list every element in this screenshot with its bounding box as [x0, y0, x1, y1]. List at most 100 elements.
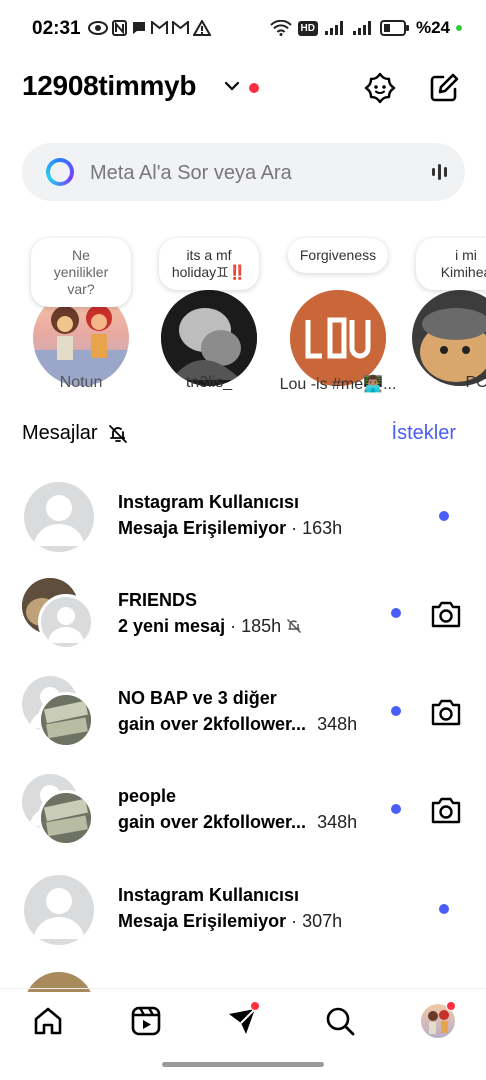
status-system-icons: HD %24 [269, 18, 462, 38]
account-username[interactable]: 12908timmyb [22, 70, 196, 102]
thread-time: 348h [317, 812, 358, 832]
unread-dot [391, 608, 401, 618]
notifications-muted-icon[interactable] [108, 424, 128, 444]
message-thread[interactable]: Instagram Kullanıcısı Mesaja Erişilemiyo… [0, 863, 486, 953]
hd-badge: HD [297, 20, 318, 36]
chat-icon [133, 22, 145, 34]
note-name: Notun [59, 374, 103, 391]
note-name: Lou -is #me👨🏽‍💻... [279, 376, 397, 393]
cat-photo [412, 290, 486, 386]
gmail-icon [172, 21, 189, 34]
note-avatar[interactable] [290, 290, 386, 386]
avatar [24, 482, 94, 552]
status-notification-icons [88, 20, 211, 36]
thread-preview: 2 yeni mesaj · 185h [118, 616, 302, 637]
money-photo [41, 793, 91, 843]
unread-dot [391, 804, 401, 814]
note-name: tn3lis_ [185, 374, 233, 391]
search-input[interactable] [90, 160, 410, 186]
header: 12908timmyb [0, 70, 486, 110]
battery-icon [379, 20, 409, 36]
status-time: 02:31 [32, 18, 81, 39]
bottom-nav [0, 988, 486, 1052]
note-item[interactable]: Forgiveness Lou -is #me👨🏽‍💻... [273, 236, 403, 396]
thread-preview: gain over 2kfollower... 348h [118, 812, 357, 833]
message-thread[interactable]: FRIENDS 2 yeni mesaj · 185h [0, 568, 486, 658]
unread-dot [439, 511, 449, 521]
nfc-icon [112, 20, 127, 36]
message-thread[interactable]: people gain over 2kfollower... 348h [0, 764, 486, 854]
thread-title: NO BAP ve 3 diğer [118, 688, 277, 708]
new-message-button[interactable] [426, 70, 462, 106]
meta-ai-icon [364, 72, 396, 104]
search-icon [326, 1007, 355, 1036]
thread-preview-text: gain over 2kfollower... [118, 812, 307, 832]
thread-time: 163h [302, 518, 343, 538]
nav-profile[interactable] [420, 1001, 456, 1039]
note-bubble[interactable]: Ne yenilikler var? [31, 238, 131, 307]
nav-search[interactable] [322, 1003, 358, 1039]
messages-section-header: Mesajlar İstekler [22, 422, 456, 448]
nav-reels[interactable] [128, 1003, 164, 1039]
warning-icon [193, 20, 211, 36]
thread-title: FRIENDS [118, 590, 198, 610]
thread-preview: Mesaja Erişilemiyor · 163h [118, 518, 342, 539]
signal-icon [324, 21, 343, 35]
avatar [24, 875, 94, 945]
money-photo [41, 695, 91, 745]
camera-icon[interactable] [428, 792, 464, 828]
thread-title: Instagram Kullanıcısı [118, 492, 300, 512]
separator-dot: · [291, 518, 298, 538]
thread-preview: gain over 2kfollower... 348h [118, 714, 357, 735]
note-avatar[interactable] [412, 290, 486, 386]
profile-notification-dot [446, 1001, 456, 1011]
thread-preview: Mesaja Erişilemiyor · 307h [118, 911, 342, 932]
thread-time: 348h [317, 714, 358, 734]
unread-dot [439, 904, 449, 914]
note-item[interactable]: i mi Kimihea PO [402, 236, 486, 396]
note-bubble[interactable]: its a mf holiday♊‼️ [159, 238, 259, 290]
note-item[interactable]: its a mf holiday♊‼️ tn3lis_ [144, 236, 274, 396]
thread-time: 185h [241, 616, 282, 636]
meta-ai-button[interactable] [362, 70, 398, 106]
unread-dot [391, 706, 401, 716]
search-bar[interactable] [22, 143, 465, 201]
message-thread[interactable]: NO BAP ve 3 diğer gain over 2kfollower..… [0, 666, 486, 756]
note-bubble[interactable]: i mi Kimihea [416, 238, 486, 290]
thread-title: Instagram Kullanıcısı [118, 885, 300, 905]
wifi-icon [269, 20, 292, 36]
message-thread[interactable]: Instagram Kullanıcısı Mesaja Erişilemiyo… [0, 470, 486, 560]
camera-icon[interactable] [428, 596, 464, 632]
separator-dot: · [230, 616, 237, 636]
battery-percentage: %24 [415, 18, 450, 37]
direct-notification-dot [250, 1001, 260, 1011]
thread-preview-text: 2 yeni mesaj [118, 616, 226, 636]
note-bubble[interactable]: Forgiveness [287, 238, 389, 273]
reels-icon [131, 1006, 161, 1036]
note-name: PO [465, 374, 486, 391]
nav-home[interactable] [30, 1003, 66, 1039]
lou-logo-image [290, 290, 386, 386]
camera-icon[interactable] [428, 694, 464, 730]
messages-title: Mesajlar [22, 422, 98, 444]
privacy-indicator-dot [456, 25, 462, 31]
avatar [38, 692, 94, 748]
default-profile-icon [48, 607, 84, 643]
thread-preview-text: Mesaja Erişilemiyor [118, 518, 287, 538]
voice-search-icon[interactable] [432, 163, 447, 181]
home-indicator[interactable] [162, 1062, 324, 1067]
thread-title: people [118, 786, 177, 806]
note-avatar[interactable] [161, 290, 257, 386]
avatar [38, 790, 94, 846]
thread-preview-text: gain over 2kfollower... [118, 714, 307, 734]
gmail-icon [151, 21, 168, 34]
default-profile-icon [34, 888, 84, 939]
signal-icon [352, 21, 371, 35]
chevron-down-icon[interactable] [224, 78, 240, 94]
home-icon [34, 1007, 62, 1035]
note-item[interactable]: Ne yenilikler var? Notun [16, 236, 146, 396]
nav-direct[interactable] [224, 1001, 260, 1039]
requests-link[interactable]: İstekler [392, 422, 456, 445]
eye-icon [88, 21, 108, 35]
default-profile-icon [34, 495, 84, 546]
